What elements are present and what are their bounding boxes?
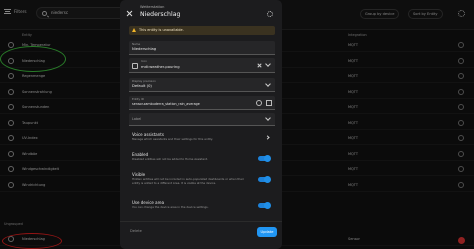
visible-toggle[interactable] (258, 176, 271, 183)
gear-icon[interactable] (267, 11, 273, 17)
voice-assistants-row[interactable]: Voice assistants Manage which assistants… (129, 132, 275, 146)
close-icon[interactable] (126, 10, 132, 16)
icon-label: Icon (141, 59, 147, 63)
unavailable-warning: This entity is unavailable. (129, 26, 275, 35)
use-device-area-desc: You can change the device area in the de… (132, 205, 209, 209)
warning-text: This entity is unavailable. (139, 28, 184, 32)
enabled-toggle[interactable] (258, 155, 271, 162)
display-precision-label: Display precision (132, 79, 156, 83)
name-label: Name (132, 42, 141, 46)
dialog-title: Niederschlag (140, 11, 181, 18)
chevron-down-icon[interactable] (265, 61, 271, 67)
name-field[interactable]: Name Niederschlag (129, 41, 275, 55)
weather-pouring-icon (132, 63, 138, 69)
chevron-down-icon (265, 81, 271, 87)
use-device-area-toggle[interactable] (258, 202, 271, 209)
entities-page: Filters niedersc Group by device Sort by… (0, 0, 474, 249)
clear-icon[interactable] (257, 63, 262, 68)
enabled-desc: Disabled entities will not be added to H… (132, 157, 208, 161)
dialog-footer: Delete Update (120, 221, 282, 249)
label-field-label: Label (132, 117, 142, 121)
warning-icon (132, 28, 136, 32)
entity-id-label: Entity ID (132, 97, 145, 101)
dialog-subtitle: Wetterstation (140, 5, 165, 9)
entity-id-value: sensor.zambuderra_station_rain_average (132, 102, 200, 106)
name-value: Niederschlag (132, 47, 157, 51)
icon-field[interactable]: Icon mdi:weather-pouring (129, 58, 275, 73)
chevron-down-icon (265, 115, 271, 121)
visible-row: Visible Hidden entities will not be incl… (129, 172, 275, 194)
delete-button[interactable]: Delete (130, 229, 142, 233)
chevron-right-icon (265, 135, 270, 140)
display-precision-value: Default (0) (132, 84, 152, 88)
visible-desc: Hidden entities will not be included in … (132, 177, 244, 185)
entity-id-field[interactable]: Entity ID sensor.zambuderra_station_rain… (129, 96, 275, 110)
enabled-row: Enabled Disabled entities will not be ad… (129, 152, 275, 166)
voice-assistants-desc: Manage which assistants and their settin… (132, 137, 213, 141)
label-select[interactable]: Label (129, 113, 275, 126)
reset-icon[interactable] (256, 100, 262, 106)
copy-icon[interactable] (266, 100, 272, 106)
update-button[interactable]: Update (257, 227, 277, 237)
display-precision-select[interactable]: Display precision Default (0) (129, 78, 275, 92)
use-device-area-row: Use device area You can change the devic… (129, 200, 275, 214)
entity-settings-dialog: Wetterstation Niederschlag This entity i… (120, 0, 282, 249)
icon-value: mdi:weather-pouring (141, 65, 180, 69)
